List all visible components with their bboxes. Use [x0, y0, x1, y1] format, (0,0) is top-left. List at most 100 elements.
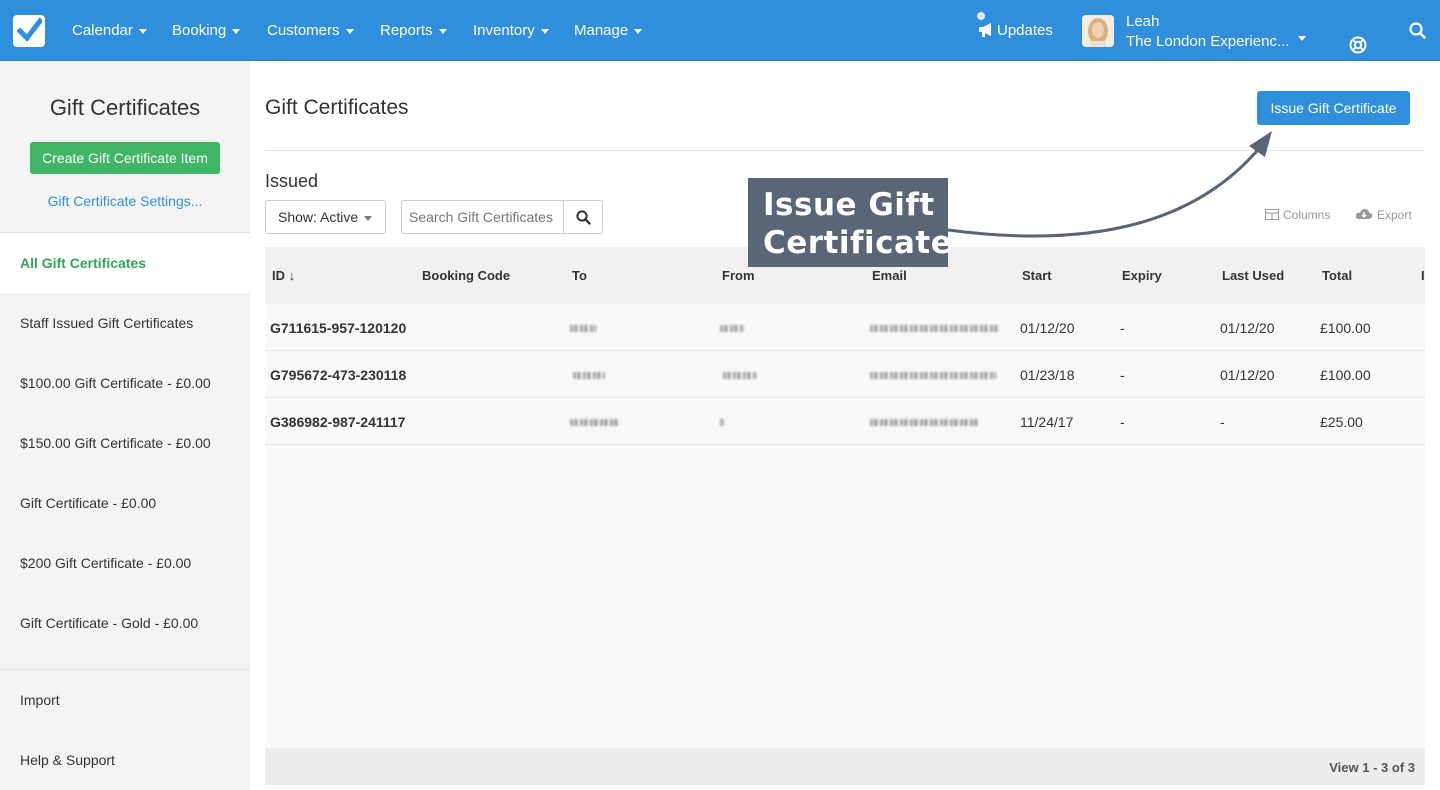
column-header-start[interactable]: Start	[1022, 268, 1052, 283]
cell-total: £100.00	[1320, 320, 1371, 336]
redacted-from	[720, 419, 725, 426]
cell-start: 01/12/20	[1020, 320, 1075, 336]
chevron-down-icon	[540, 28, 549, 34]
chevron-down-icon	[438, 28, 447, 34]
chevron-down-icon	[364, 215, 373, 221]
redacted-email	[870, 419, 978, 426]
column-header-expiry[interactable]: Expiry	[1122, 268, 1162, 283]
sidebar-item-gift-certificate-gold[interactable]: Gift Certificate - Gold - £0.00	[0, 593, 250, 653]
cell-total: £100.00	[1320, 367, 1371, 383]
app-logo-checkmark-icon[interactable]	[13, 15, 45, 47]
columns-label: Columns	[1283, 208, 1331, 222]
sidebar-item-100-gift-certificate[interactable]: $100.00 Gift Certificate - £0.00	[0, 353, 250, 413]
redacted-email	[870, 372, 996, 379]
cloud-download-icon	[1355, 209, 1373, 219]
cell-id[interactable]: G386982-987-241117	[270, 414, 405, 430]
chevron-down-icon	[138, 28, 147, 34]
columns-button[interactable]: Columns	[1265, 208, 1330, 222]
export-button[interactable]: Export	[1355, 208, 1412, 222]
cell-last-used: -	[1220, 414, 1225, 430]
issue-gift-certificate-button[interactable]: Issue Gift Certificate	[1257, 91, 1410, 125]
user-name[interactable]: Leah	[1126, 13, 1159, 30]
show-filter-value: Show: Active	[278, 209, 359, 225]
nav-customers-label: Customers	[267, 22, 340, 39]
nav-manage[interactable]: Manage	[574, 22, 643, 39]
column-header-total[interactable]: Total	[1322, 268, 1352, 283]
column-header-booking-code[interactable]: Booking Code	[422, 268, 510, 283]
lifebuoy-help-icon[interactable]	[1349, 36, 1367, 59]
cell-expiry: -	[1120, 367, 1125, 383]
notification-dot-icon	[977, 12, 985, 20]
user-company[interactable]: The London Experienc...	[1126, 33, 1291, 50]
chevron-down-icon	[232, 28, 241, 34]
export-label: Export	[1377, 208, 1412, 222]
column-header-id[interactable]: ID ↓	[272, 268, 295, 283]
avatar[interactable]	[1082, 15, 1114, 47]
section-label-issued: Issued	[265, 171, 319, 191]
sidebar-title: Gift Certificates	[49, 95, 201, 120]
cell-id[interactable]: G711615-957-120120	[270, 320, 406, 336]
gift-certificate-settings-link[interactable]: Gift Certificate Settings...	[0, 193, 250, 209]
cell-last-used: 01/12/20	[1220, 367, 1275, 383]
redacted-from	[723, 372, 757, 379]
search-button[interactable]	[563, 200, 603, 234]
redacted-to	[570, 325, 596, 332]
nav-inventory-label: Inventory	[473, 22, 535, 39]
table-row[interactable]: G386982-987-241117 11/24/17 - - £25.00	[265, 398, 1425, 445]
cell-expiry: -	[1120, 320, 1125, 336]
page-title: Gift Certificates	[265, 96, 409, 119]
redacted-to	[570, 419, 620, 426]
redacted-email	[870, 325, 1000, 332]
nav-booking[interactable]: Booking	[172, 22, 241, 39]
cell-start: 01/23/18	[1020, 367, 1075, 383]
gift-certificates-table: ID ↓ Booking Code To From Email Start Ex…	[265, 247, 1425, 785]
chevron-down-icon	[345, 28, 354, 34]
column-header-overflow: I	[1421, 268, 1425, 283]
create-gift-certificate-item-button[interactable]: Create Gift Certificate Item	[30, 142, 220, 174]
column-header-from[interactable]: From	[722, 268, 755, 283]
table-row[interactable]: G795672-473-230118 01/23/18 - 01/12/20 £…	[265, 351, 1425, 398]
show-filter-select[interactable]: Show: Active	[265, 200, 386, 234]
cell-expiry: -	[1120, 414, 1125, 430]
search-gift-certificates-input[interactable]	[401, 200, 564, 234]
callout-line-1: Issue Gift	[763, 187, 935, 223]
nav-booking-label: Booking	[172, 22, 227, 39]
cell-id[interactable]: G795672-473-230118	[270, 367, 406, 383]
cell-last-used: 01/12/20	[1220, 320, 1275, 336]
sidebar-item-help-support[interactable]: Help & Support	[0, 730, 250, 790]
sidebar-item-150-gift-certificate[interactable]: $150.00 Gift Certificate - £0.00	[0, 413, 250, 473]
nav-calendar[interactable]: Calendar	[72, 22, 147, 39]
redacted-from	[720, 325, 744, 332]
search-icon[interactable]	[1409, 22, 1426, 44]
pagination-summary: View 1 - 3 of 3	[1329, 760, 1415, 775]
updates-label: Updates	[997, 22, 1053, 39]
nav-reports-label: Reports	[380, 22, 433, 39]
nav-calendar-label: Calendar	[72, 22, 133, 39]
columns-table-icon	[1265, 209, 1279, 220]
cell-start: 11/24/17	[1020, 414, 1074, 430]
user-menu-caret-icon[interactable]	[1298, 30, 1306, 48]
table-row[interactable]: G711615-957-120120 01/12/20 - 01/12/20 £…	[265, 304, 1425, 351]
sidebar-item-gift-certificate[interactable]: Gift Certificate - £0.00	[0, 473, 250, 533]
sidebar-item-staff-issued[interactable]: Staff Issued Gift Certificates	[0, 293, 250, 353]
cell-total: £25.00	[1320, 414, 1363, 430]
column-header-email[interactable]: Email	[872, 268, 907, 283]
sidebar-item-import[interactable]: Import	[0, 670, 250, 730]
redacted-to	[573, 372, 605, 379]
top-navbar: Calendar Booking Customers Reports Inven…	[0, 0, 1440, 61]
updates-button[interactable]: Updates	[978, 22, 1053, 39]
table-footer: View 1 - 3 of 3	[265, 748, 1425, 785]
search-icon	[576, 210, 591, 225]
sidebar-item-all-gift-certificates[interactable]: All Gift Certificates	[0, 233, 250, 293]
column-header-to[interactable]: To	[572, 268, 587, 283]
nav-inventory[interactable]: Inventory	[473, 22, 549, 39]
callout-line-2: Certificate	[763, 225, 953, 261]
chevron-down-icon	[634, 28, 643, 34]
column-header-last-used[interactable]: Last Used	[1222, 268, 1284, 283]
nav-reports[interactable]: Reports	[380, 22, 447, 39]
main-divider	[265, 150, 1425, 151]
nav-manage-label: Manage	[574, 22, 629, 39]
megaphone-icon	[979, 23, 991, 37]
sidebar-item-200-gift-certificate[interactable]: $200 Gift Certificate - £0.00	[0, 533, 250, 593]
nav-customers[interactable]: Customers	[267, 22, 354, 39]
